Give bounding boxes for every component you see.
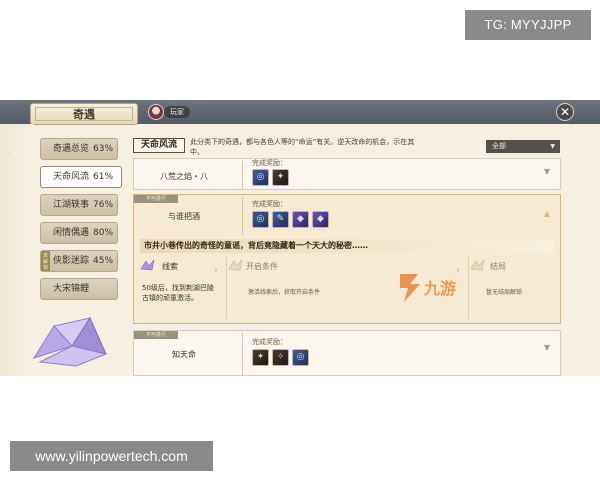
reward-item-icon[interactable]: ✧ [272,349,289,366]
crane-clue-icon [140,259,155,271]
status-badge: 不可进行 [134,195,178,203]
page-title: 奇遇 [35,107,133,121]
stage-title-clue: 线索 [162,262,178,271]
sidebar-item-traces[interactable]: 未解锁 侠影迷踪 45% [40,250,118,272]
card-divider [242,333,243,375]
stage-divider [468,257,469,319]
avatar-label: 玩家 [164,106,190,118]
category-description: 此分类下的奇遇，都与各色人等的“命运”有关。逆天改命的机会，示在其中。 [190,138,415,156]
sidebar-item-label: 天命风流 [53,172,90,182]
svg-text:九游: 九游 [423,279,456,298]
reward-item-icon[interactable]: ✦ [272,169,289,186]
chevron-down-icon[interactable]: ▼ [544,167,550,176]
site-logo-icon: 九游 [400,274,456,302]
stage-condition-note: 激活线索后，获取开启条件 [248,289,321,296]
status-badge: 不可进行 [134,331,178,339]
sidebar-item-pct: 45% [93,256,114,266]
reward-label: 完成奖励： [252,200,287,208]
sidebar-item-label: 闲情偶遇 [53,228,90,238]
arrow-right-icon: › [214,265,218,276]
stage-ending-note: 暂无结局解锁 [486,289,523,296]
encounter-name: 与谁把酒 [168,212,200,221]
close-button[interactable]: ✕ [556,103,574,121]
reward-label: 完成奖励： [252,338,287,346]
reward-item-icon[interactable]: ◎ [292,349,309,366]
sidebar-item-fate[interactable]: 天命风流 61% [40,166,122,188]
reward-item-icon[interactable]: ◆ [292,211,309,228]
card-divider [242,197,243,235]
watermark-top: TG: MYYJJPP [465,10,591,40]
page: TG: MYYJJPP 奇遇 玩家 ✕ · 奇遇总览 63% 天命风流 61% 江湖… [0,0,600,480]
sidebar-item-pct: 80% [93,228,114,238]
watermark-bottom: www.yilinpowertech.com [10,441,213,471]
reward-item-icon[interactable]: ◆ [312,211,329,228]
chevron-down-icon: ▼ [550,143,555,150]
reward-item-icon[interactable]: ◎ [252,211,269,228]
crane-outline-icon [470,259,485,271]
sidebar-item-overview[interactable]: 奇遇总览 63% [40,138,118,160]
page-title-tab: 奇遇 [30,103,138,125]
paper-crane-icon [32,316,108,367]
stage-title-condition: 开启条件 [246,262,278,271]
encounter-name: 知天命 [172,350,196,359]
sidebar-item-label: 江湖轶事 [53,200,90,210]
stage-divider [226,257,227,319]
sidebar-item-pct: 63% [93,144,114,154]
encounter-card-expanded[interactable]: 不可进行 与谁把酒 完成奖励： ◎ ✎ ◆ ◆ ▲ 市井小巷传出的奇怪的童谣，背… [133,194,561,324]
sidebar-item-koi[interactable]: 大宋锦鲤 [40,278,118,300]
main-panel: 天命风流 此分类下的奇遇，都与各色人等的“命运”有关。逆天改命的机会，示在其中。… [128,134,562,376]
chevron-down-icon[interactable]: ▼ [544,343,550,352]
reward-item-icon[interactable]: ✦ [252,349,269,366]
reward-item-icon[interactable]: ◎ [252,169,269,186]
new-tag-badge: 未解锁 [41,251,50,271]
sidebar-item-label: 大宋锦鲤 [53,284,90,294]
crane-outline-icon [228,259,243,271]
sidebar: 奇遇总览 63% 天命风流 61% 江湖轶事 76% 闲情偶遇 80% 未解锁 侠影迷踪 4… [40,138,122,306]
game-window: 奇遇 玩家 ✕ · 奇遇总览 63% 天命风流 61% 江湖轶事 76% 闲情偶遇 80… [0,100,600,376]
chevron-up-icon[interactable]: ▲ [544,209,550,218]
stage-clue-text: 50级后，找到荆湖巴陵古镇的顽童激活。 [142,284,214,302]
sidebar-item-leisure[interactable]: 闲情偶遇 80% [40,222,118,244]
reward-label: 完成奖励： [252,159,287,167]
sidebar-item-label: 侠影迷踪 [53,256,90,266]
card-divider [242,161,243,189]
sidebar-item-pct: 76% [93,200,114,210]
category-tab[interactable]: 天命风流 [133,138,185,153]
encounter-card[interactable]: 八荒之焰・八 完成奖励： ◎ ✦ ▼ [133,158,561,190]
sidebar-item-pct: 61% [93,172,114,182]
story-banner: 市井小巷传出的奇怪的童谣，背后竟隐藏着一个天大的秘密…… [140,239,554,253]
filter-value: 全部 [492,142,506,150]
sidebar-item-anecdotes[interactable]: 江湖轶事 76% [40,194,118,216]
encounter-card[interactable]: 不可进行 知天命 完成奖励： ✦ ✧ ◎ ▼ [133,330,561,376]
filter-dropdown[interactable]: 全部 ▼ [486,140,560,153]
avatar[interactable] [148,104,164,120]
sidebar-item-label: 奇遇总览 [53,144,90,154]
decor-calligraphy: · [4,152,11,154]
reward-item-icon[interactable]: ✎ [272,211,289,228]
encounter-name: 八荒之焰・八 [160,172,208,181]
stage-title-ending: 结局 [490,262,506,271]
